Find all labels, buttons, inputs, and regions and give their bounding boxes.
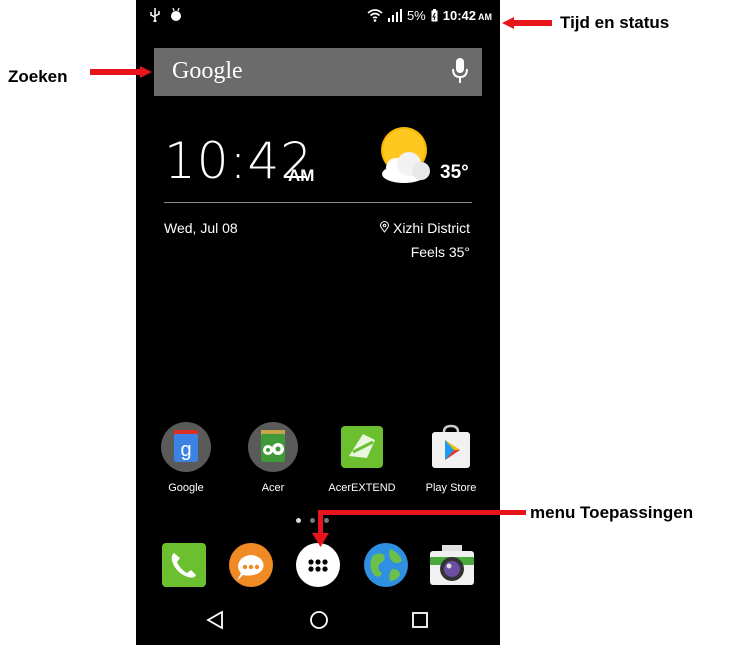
search-callout-arrow <box>90 66 152 78</box>
mic-icon[interactable] <box>452 58 468 84</box>
app-acerextend[interactable]: AcerEXTEND <box>322 422 402 494</box>
apps-menu-callout-arrow <box>312 510 526 547</box>
google-app-icon: g <box>161 422 211 472</box>
app-acer[interactable]: Acer <box>233 422 313 494</box>
back-icon[interactable] <box>206 610 224 630</box>
date: Wed, Jul 08 <box>164 220 238 236</box>
svg-text:g: g <box>180 439 191 461</box>
sun-cloud-icon[interactable] <box>376 124 438 186</box>
acer-app-icon <box>248 422 298 472</box>
status-time: 10:42 AM <box>442 8 492 23</box>
play-store-icon <box>432 424 470 468</box>
recents-icon[interactable] <box>411 610 429 630</box>
clock-ampm: AM <box>288 166 315 185</box>
google-search-bar[interactable]: Google <box>154 48 482 96</box>
apps-menu-callout-label: menu Toepassingen <box>530 503 694 522</box>
wifi-icon <box>367 9 383 22</box>
app-label: AcerEXTEND <box>328 482 396 494</box>
app-label: Play Store <box>425 482 477 494</box>
app-label: Google <box>168 482 204 494</box>
usb-icon <box>150 8 160 22</box>
battery-percent: 5% <box>406 8 426 23</box>
temperature: 35° <box>440 162 469 183</box>
feels-like: Feels 35° <box>410 244 470 260</box>
status-callout-arrow <box>502 17 552 29</box>
acerextend-app-icon <box>341 426 383 468</box>
app-label: Acer <box>261 482 285 494</box>
battery-icon <box>431 9 438 22</box>
location: Xizhi District <box>380 220 470 236</box>
home-icon[interactable] <box>309 610 329 630</box>
page-dot-active <box>296 518 301 523</box>
phone-icon[interactable] <box>160 541 208 589</box>
app-google[interactable]: g Google <box>146 422 226 494</box>
status-bar[interactable]: 5% 10:42 AM <box>136 0 500 40</box>
app-play-store[interactable]: Play Store <box>411 422 491 494</box>
status-callout-label: Tijd en status <box>560 13 670 32</box>
widget-divider <box>164 202 472 203</box>
messages-icon[interactable] <box>227 541 275 589</box>
signal-icon <box>387 9 402 22</box>
google-logo: Google <box>172 58 243 84</box>
location-pin-icon <box>380 221 390 233</box>
search-callout-label: Zoeken <box>8 67 68 86</box>
android-debug-icon <box>171 8 181 21</box>
